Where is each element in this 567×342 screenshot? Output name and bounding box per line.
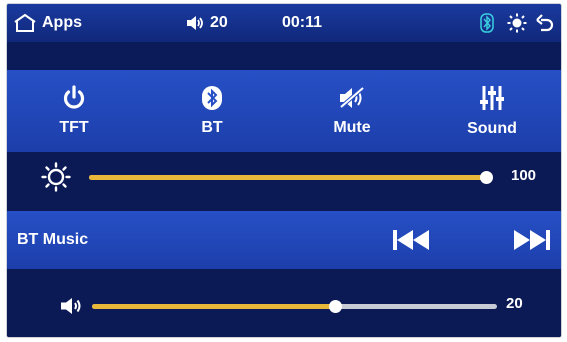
next-track-button[interactable] [513,211,551,269]
bt-label: BT [201,119,223,136]
speaker-icon [187,16,203,30]
previous-track-button[interactable] [392,211,430,269]
clock: 00:11 [282,4,322,42]
tft-label: TFT [59,119,89,136]
quick-settings-panel: TFT BT Mute Sound [7,70,561,152]
volume-row: 20 [7,274,561,337]
bt-music-panel: BT Music [7,211,561,269]
home-icon [14,13,36,32]
status-bar: Apps 20 00:11 [7,4,561,42]
mute-label: Mute [333,119,371,136]
mute-icon [339,86,365,109]
power-icon [63,85,85,109]
bt-button[interactable]: BT [157,70,267,152]
previous-track-icon [393,230,429,250]
equalizer-icon [480,86,504,110]
brightness-slider[interactable] [89,171,493,184]
speaker-icon [61,298,81,314]
status-volume-level: 20 [210,14,228,31]
mute-button[interactable]: Mute [297,70,407,152]
volume-slider[interactable] [92,300,497,313]
brightness-value: 100 [511,167,537,184]
bt-music-label: BT Music [17,231,89,248]
brightness-slider-thumb[interactable] [480,171,493,184]
apps-button[interactable]: Apps [13,4,82,42]
brightness-row: 100 [7,152,561,202]
head-unit-screen: Apps 20 00:11 TFT BT Mute Sound 100 BT M… [6,3,562,338]
volume-value: 20 [506,295,523,312]
bluetooth-status [480,4,494,42]
divider-stripe [7,42,561,70]
apps-label: Apps [42,14,82,31]
volume-slider-thumb[interactable] [329,300,342,313]
back-button[interactable] [536,4,554,42]
next-track-icon [514,230,550,250]
brightness-slider-fill [89,175,486,180]
sound-button[interactable]: Sound [437,70,547,152]
tft-button[interactable]: TFT [19,70,129,152]
brightness-icon [41,162,71,192]
status-volume: 20 [185,4,228,42]
bluetooth-icon [480,13,494,33]
sound-label: Sound [467,120,517,137]
volume-slider-fill [92,304,335,309]
bluetooth-icon [202,86,222,110]
brightness-icon [507,13,527,33]
clock-text: 00:11 [282,14,323,31]
back-icon [536,14,554,32]
brightness-status-button[interactable] [507,4,527,42]
